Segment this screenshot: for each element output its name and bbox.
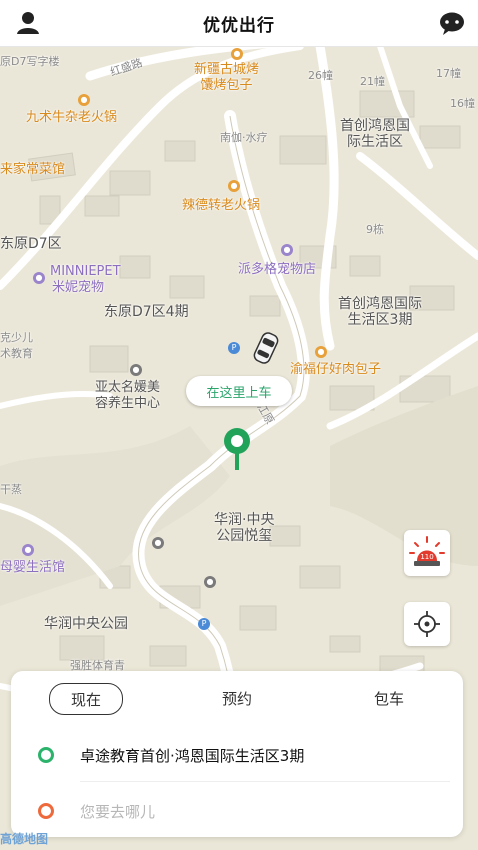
map-label: 21幢	[360, 75, 385, 88]
map-label: 首创鸿恩国 际生活区	[340, 118, 410, 150]
map-label: 渝福仔好肉包子	[290, 362, 382, 377]
map-label: 16幢	[450, 97, 475, 110]
map-label: 干蒸	[0, 483, 22, 496]
map-label: 东原D7区	[0, 236, 62, 252]
parking-icon: P	[198, 618, 210, 630]
ride-mode-tabs: 现在 预约 包车	[11, 683, 463, 715]
beauty-salon-icon: ●	[130, 364, 142, 376]
destination-row[interactable]: 您要去哪儿	[11, 789, 463, 833]
map-label: 原D7写字楼	[0, 55, 60, 68]
map-provider-logo: 高德地图	[0, 832, 49, 846]
restaurant-icon: ●	[228, 180, 240, 192]
map-label: 母婴生活馆	[0, 560, 66, 575]
map-label: 26幢	[308, 69, 333, 82]
map-label: 华润中央公园	[44, 616, 128, 632]
restaurant-icon: ●	[315, 346, 327, 358]
restaurant-icon: ●	[78, 94, 90, 106]
map-label: 来家常菜馆	[0, 162, 66, 177]
origin-text: 卓途教育首创·鸿恩国际生活区3期	[80, 746, 305, 765]
divider	[80, 781, 450, 782]
map-label: 九术牛杂老火锅	[26, 110, 118, 125]
parking-icon: P	[228, 342, 240, 354]
car-icon	[253, 332, 279, 364]
map-label: 华润·中央 公园悦玺	[214, 512, 275, 544]
shop-icon: ●	[22, 544, 34, 556]
page-title: 优优出行	[203, 15, 275, 36]
map-label: 克少儿 术教育	[0, 331, 33, 360]
bus-stop-icon: ●	[152, 537, 164, 549]
pickup-pin-icon	[224, 428, 250, 470]
ride-panel: 现在 预约 包车 卓途教育首创·鸿恩国际生活区3期 您要去哪儿	[11, 671, 463, 837]
locate-button[interactable]	[404, 602, 450, 646]
user-icon[interactable]	[14, 9, 42, 37]
map-label: 新疆古城烤 馕烤包子	[194, 62, 260, 93]
map-label: 派多格宠物店	[238, 262, 317, 277]
map-label: MINNIEPET	[50, 264, 121, 279]
crosshair-icon	[414, 611, 440, 637]
police-alarm-icon: 110	[409, 536, 445, 566]
map-label: 米妮宠物	[52, 280, 105, 295]
origin-row[interactable]: 卓途教育首创·鸿恩国际生活区3期	[11, 733, 463, 777]
alarm-label: 110	[420, 553, 433, 561]
map-label: 9栋	[366, 223, 384, 236]
origin-dot-icon	[38, 747, 54, 763]
destination-input[interactable]: 您要去哪儿	[80, 801, 155, 822]
pickup-bubble[interactable]: 在这里上车	[186, 376, 292, 406]
message-icon[interactable]	[438, 9, 466, 37]
alarm-button[interactable]: 110	[404, 530, 450, 576]
map-label: 辣德转老火锅	[182, 198, 261, 213]
map-label: 亚太名媛美 容养生中心	[95, 380, 161, 411]
tab-now[interactable]: 现在	[49, 683, 123, 715]
restaurant-icon: ●	[231, 48, 243, 60]
destination-dot-icon	[38, 803, 54, 819]
pet-store-icon: ●	[281, 244, 293, 256]
map-label: 东原D7区4期	[104, 304, 189, 320]
map-label: 南伽·水疗	[220, 131, 268, 144]
bus-stop-icon: ●	[204, 576, 216, 588]
app-header: 优优出行	[0, 0, 478, 47]
pet-store-icon: ●	[33, 272, 45, 284]
map-label: 17幢	[436, 67, 461, 80]
tab-reserve[interactable]: 预约	[201, 683, 273, 713]
map-label: 首创鸿恩国际 生活区3期	[338, 296, 422, 328]
tab-charter[interactable]: 包车	[353, 683, 425, 713]
